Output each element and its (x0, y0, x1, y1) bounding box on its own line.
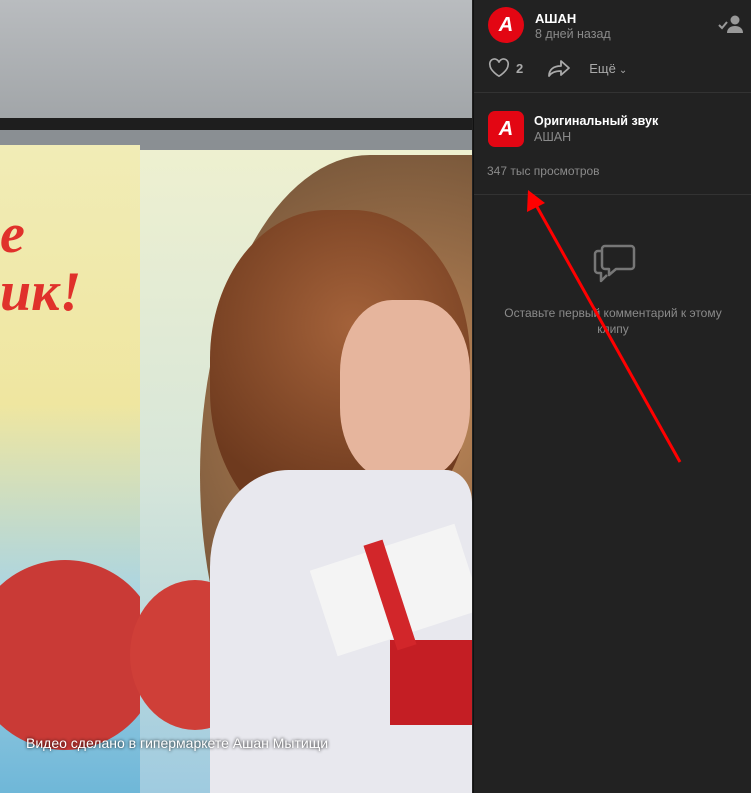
subscribed-user-icon[interactable] (717, 14, 743, 34)
auchan-logo-icon[interactable]: A (488, 7, 524, 43)
video-player[interactable]: е ик! Видео сделано в гипермаркете Ашан … (0, 0, 472, 793)
sound-logo-icon[interactable]: A (488, 111, 524, 147)
share-icon[interactable] (547, 58, 571, 78)
sound-author[interactable]: АШАН (534, 130, 571, 144)
clip-side-panel: A АШАН 8 дней назад 2 Ещё ⌄ A Оригинальны… (473, 0, 751, 793)
poster-text: е ик! (0, 203, 82, 323)
comments-icon (593, 244, 636, 283)
post-date: 8 дней назад (535, 27, 611, 41)
like-icon[interactable] (488, 58, 510, 78)
video-caption: Видео сделано в гипермаркете Ашан Мытищи (26, 735, 329, 751)
view-count: 347 тыс просмотров (487, 164, 600, 178)
more-button[interactable]: Ещё ⌄ (589, 61, 627, 76)
action-bar: 2 Ещё ⌄ (488, 57, 627, 79)
sound-title[interactable]: Оригинальный звук (534, 114, 658, 128)
like-count[interactable]: 2 (516, 61, 523, 76)
video-ceiling (0, 0, 472, 130)
author-name[interactable]: АШАН (535, 11, 576, 26)
empty-comments-text: Оставьте первый комментарий к этому клип… (504, 306, 722, 336)
poster-woman-face (340, 300, 470, 480)
more-label: Ещё (589, 60, 616, 76)
video-rail (0, 118, 472, 130)
divider (474, 92, 751, 93)
poster-giftbox (390, 640, 472, 725)
divider (474, 194, 751, 195)
chevron-down-icon: ⌄ (618, 64, 628, 76)
